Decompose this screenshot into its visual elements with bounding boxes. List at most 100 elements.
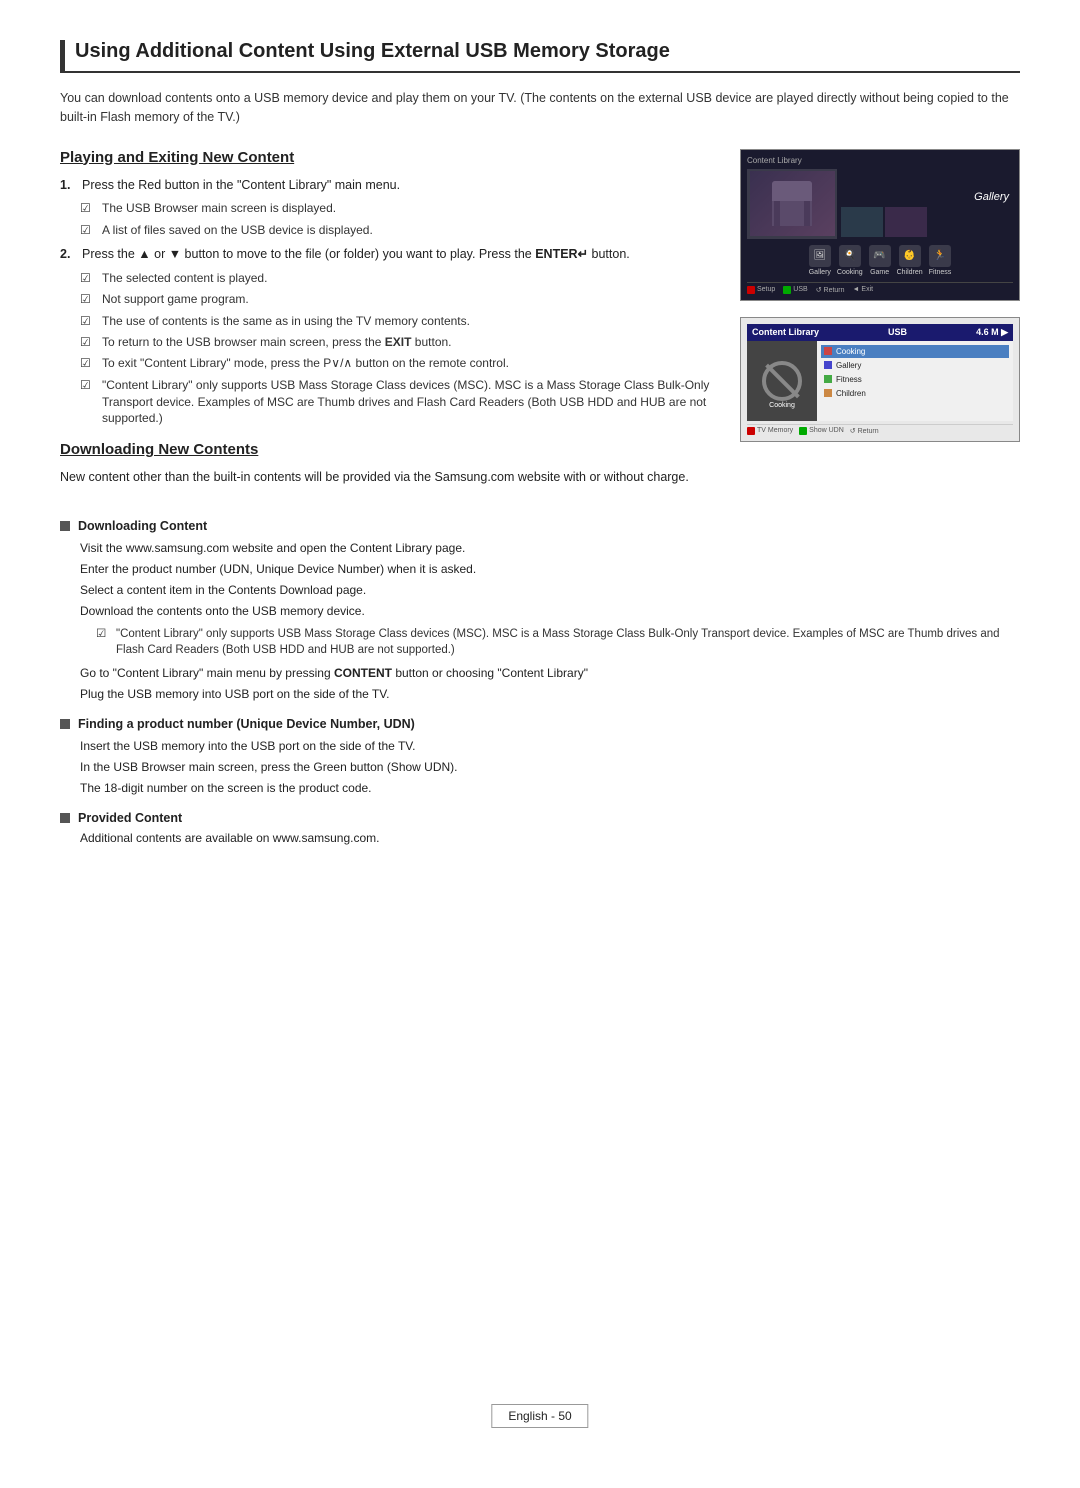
check-icon-7 xyxy=(80,355,96,372)
note-game-text: Not support game program. xyxy=(102,291,249,308)
game-icon: 🎮 xyxy=(869,245,891,267)
cooking-icon: 🍳 xyxy=(839,245,861,267)
left-column: Playing and Exiting New Content 1. Press… xyxy=(60,149,710,499)
menu-item-cooking: Cooking xyxy=(821,345,1009,358)
bar-return-text: ↺ Return xyxy=(816,286,845,294)
screen2-bottom-bar: TV Memory Show UDN ↺ Return xyxy=(747,424,1013,435)
step-1-number: 1. xyxy=(60,176,76,195)
bottom-section: Downloading Content Visit the www.samsun… xyxy=(60,519,1020,845)
bar-show-udn: Show UDN xyxy=(799,427,844,435)
icon-children: 👶 Children xyxy=(897,245,923,276)
check-icon-2 xyxy=(80,222,96,239)
bullet-provided: Provided Content Additional contents are… xyxy=(60,811,1020,845)
step-1-text: Press the Red button in the "Content Lib… xyxy=(82,176,400,195)
tv-memory-text: TV Memory xyxy=(757,427,793,434)
screen2-no-preview: Cooking xyxy=(747,341,817,421)
check-icon-1 xyxy=(80,200,96,217)
gallery-text: Gallery xyxy=(836,361,861,370)
screen2-size: 4.6 M ▶ xyxy=(976,327,1008,338)
downloading-header-text: Downloading Content xyxy=(78,519,207,533)
gallery-bar xyxy=(824,361,832,369)
screen2-body: Cooking Cooking Gallery Fitness xyxy=(747,341,1013,421)
icon-cooking: 🍳 Cooking xyxy=(837,245,863,276)
note-tv-memory-text: The use of contents is the same as in us… xyxy=(102,313,470,330)
note-pv-text: To exit "Content Library" mode, press th… xyxy=(102,355,509,372)
bar-usb-text: USB xyxy=(793,286,807,293)
provided-header-text: Provided Content xyxy=(78,811,182,825)
fitness-text: Fitness xyxy=(836,375,862,384)
note-msc-2: ☑ "Content Library" only supports USB Ma… xyxy=(96,626,1020,658)
no-symbol-icon xyxy=(762,361,802,401)
dl-step-1: Visit the www.samsung.com website and op… xyxy=(80,539,1020,557)
screen-gallery-mockup: Content Library Gal xyxy=(740,149,1020,301)
menu-item-gallery: Gallery xyxy=(821,359,1009,372)
red-dot xyxy=(747,286,755,294)
bullet-udn: Finding a product number (Unique Device … xyxy=(60,717,1020,797)
check-icon-msc: ☑ xyxy=(96,626,110,658)
bar-tv-memory: TV Memory xyxy=(747,427,793,435)
red-dot2 xyxy=(747,427,755,435)
children-text: Children xyxy=(836,389,866,398)
note-selected: The selected content is played. xyxy=(80,270,710,287)
step-1: 1. Press the Red button in the "Content … xyxy=(60,176,710,195)
gallery-view: Gallery 🖼 Gallery 🍳 Cooking xyxy=(747,169,1013,294)
screen1-bottom-bar: Setup USB ↺ Return ◄ Exit xyxy=(747,282,1013,294)
dl-step-4: Download the contents onto the USB memor… xyxy=(80,602,1020,620)
dl-step-5: Go to "Content Library" main menu by pre… xyxy=(80,664,1020,682)
udn-header: Finding a product number (Unique Device … xyxy=(60,717,1020,731)
two-column-layout: Playing and Exiting New Content 1. Press… xyxy=(60,149,1020,499)
fitness-bar xyxy=(824,375,832,383)
children-icon-label: Children xyxy=(897,269,923,276)
note-exit: To return to the USB browser main screen… xyxy=(80,334,710,351)
note-exit-text: To return to the USB browser main screen… xyxy=(102,334,452,351)
dl-step-2: Enter the product number (UDN, Unique De… xyxy=(80,560,1020,578)
note-msc-2-text: "Content Library" only supports USB Mass… xyxy=(116,626,1020,658)
menu-item-children: Children xyxy=(821,387,1009,400)
game-icon-label: Game xyxy=(869,269,891,276)
icon-game: 🎮 Game xyxy=(869,245,891,276)
bar-usb: USB xyxy=(783,286,807,294)
note-game: Not support game program. xyxy=(80,291,710,308)
gallery-icon: 🖼 xyxy=(809,245,831,267)
bullet-square-2 xyxy=(60,719,70,729)
note-pv: To exit "Content Library" mode, press th… xyxy=(80,355,710,372)
right-column: Content Library Gal xyxy=(740,149,1020,499)
section2-intro: New content other than the built-in cont… xyxy=(60,468,710,487)
bar-exit: ◄ Exit xyxy=(853,286,874,294)
icon-gallery: 🖼 Gallery xyxy=(809,245,831,276)
page-title: Using Additional Content Using External … xyxy=(60,40,1020,73)
check-icon-8 xyxy=(80,377,96,427)
udn-header-text: Finding a product number (Unique Device … xyxy=(78,717,415,731)
page-footer: English - 50 xyxy=(491,1404,588,1428)
udn-step-3: The 18-digit number on the screen is the… xyxy=(80,779,1020,797)
bar-setup-text: Setup xyxy=(757,286,775,293)
step-2-text: Press the ▲ or ▼ button to move to the f… xyxy=(82,245,630,264)
children-icon: 👶 xyxy=(899,245,921,267)
step-1-notes: The USB Browser main screen is displayed… xyxy=(60,200,710,239)
udn-step-2: In the USB Browser main screen, press th… xyxy=(80,758,1020,776)
green-dot xyxy=(783,286,791,294)
section2-title: Downloading New Contents xyxy=(60,441,710,458)
show-udn-text: Show UDN xyxy=(809,427,844,434)
children-bar xyxy=(824,389,832,397)
screen-content-library-mockup: Content Library USB 4.6 M ▶ Cooking Cook… xyxy=(740,317,1020,442)
note-selected-text: The selected content is played. xyxy=(102,270,267,287)
green-dot2 xyxy=(799,427,807,435)
cooking-label: Cooking xyxy=(767,401,797,410)
note-file-list: A list of files saved on the USB device … xyxy=(80,222,710,239)
screen2-header: Content Library USB 4.6 M ▶ xyxy=(747,324,1013,341)
fitness-icon-label: Fitness xyxy=(929,269,952,276)
intro-text: You can download contents onto a USB mem… xyxy=(60,89,1020,127)
screen2-title: Content Library xyxy=(752,327,819,338)
dl-step-3: Select a content item in the Contents Do… xyxy=(80,581,1020,599)
cooking-bar xyxy=(824,347,832,355)
cooking-icon-label: Cooking xyxy=(837,269,863,276)
udn-step-1: Insert the USB memory into the USB port … xyxy=(80,737,1020,755)
icon-fitness: 🏃 Fitness xyxy=(929,245,952,276)
downloading-steps: Visit the www.samsung.com website and op… xyxy=(80,539,1020,620)
bullet-square-1 xyxy=(60,521,70,531)
step-2-number: 2. xyxy=(60,245,76,264)
note-msc: "Content Library" only supports USB Mass… xyxy=(80,377,710,427)
section-downloading: Downloading New Contents New content oth… xyxy=(60,441,710,487)
bullet-downloading: Downloading Content Visit the www.samsun… xyxy=(60,519,1020,703)
